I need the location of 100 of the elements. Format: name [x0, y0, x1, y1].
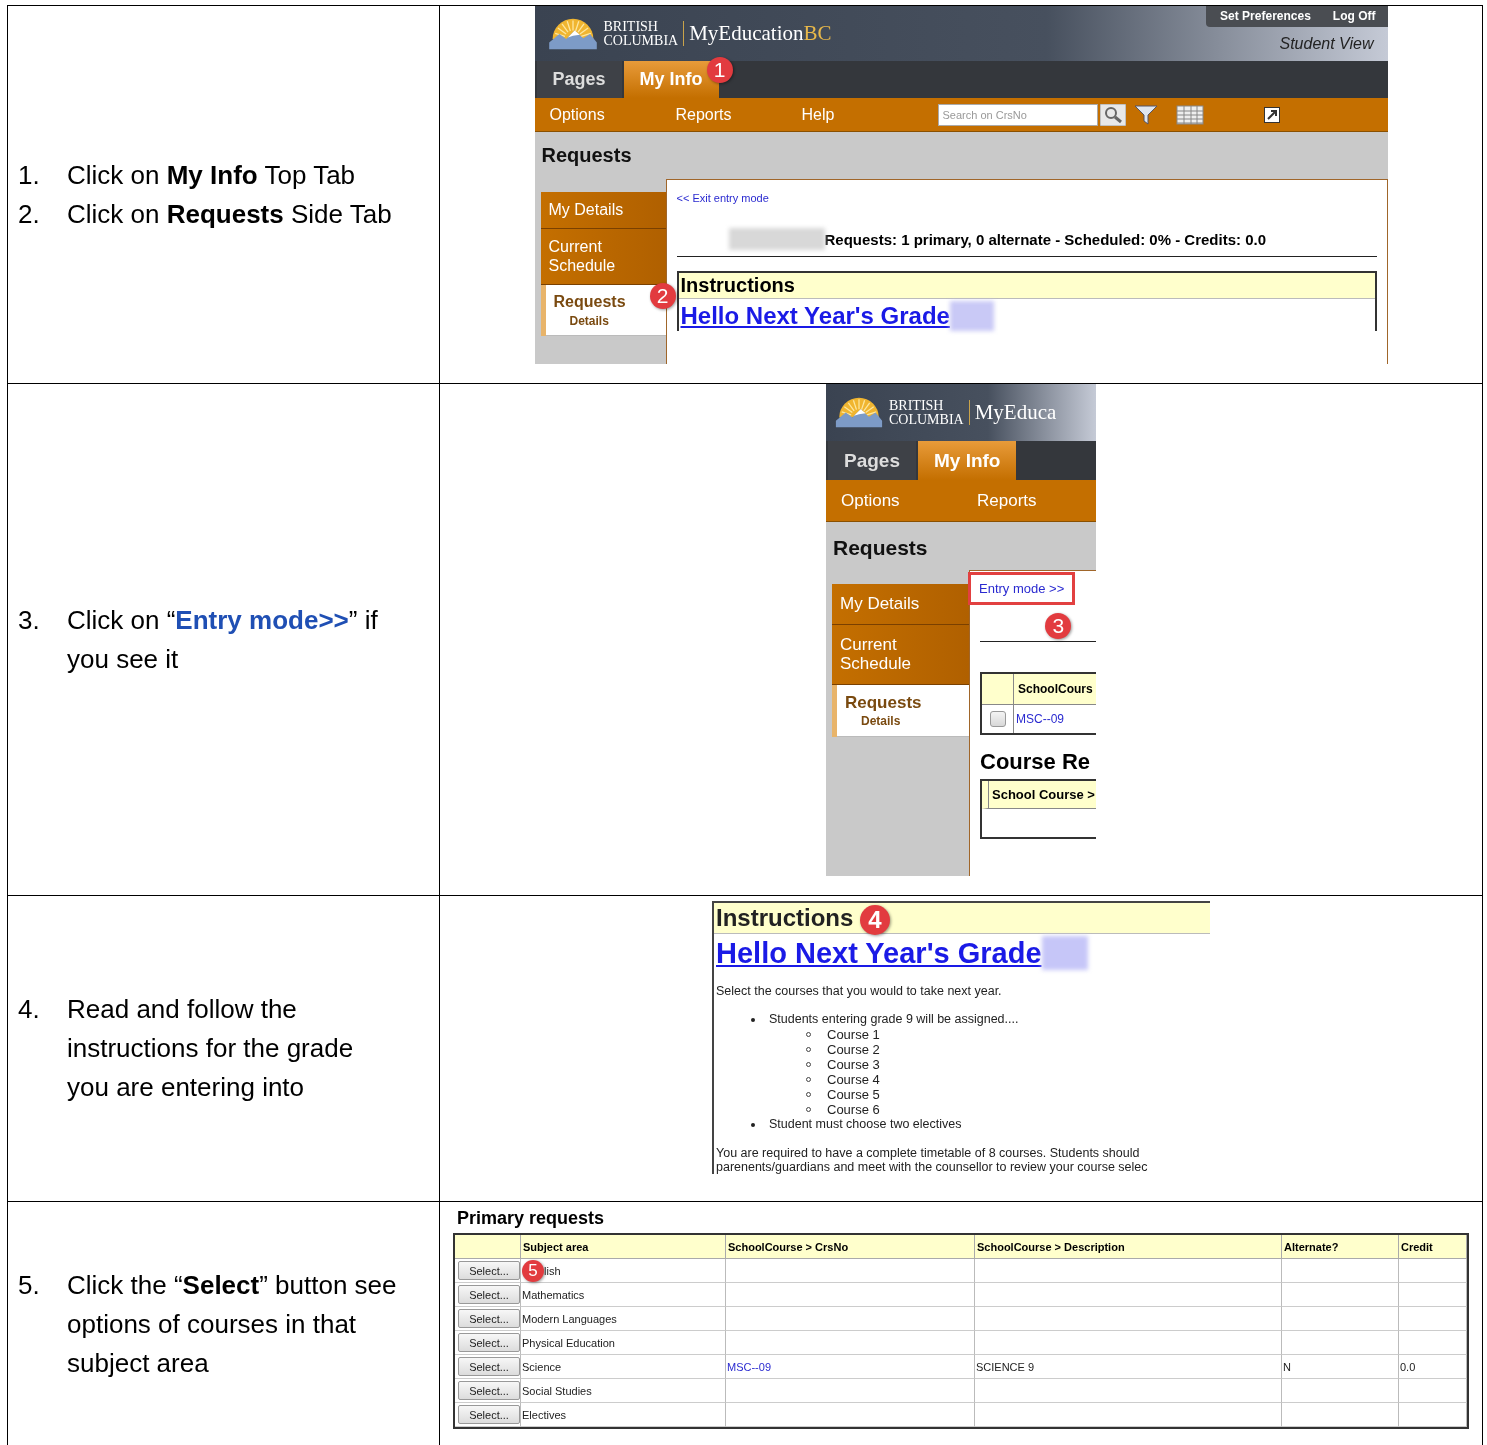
- entry-mode-link[interactable]: Entry mode >>: [968, 572, 1076, 605]
- table-cell: 0.0: [1399, 1355, 1467, 1379]
- menu-item[interactable]: Reports: [675, 105, 802, 124]
- table-header-cell: School Course >: [982, 781, 1096, 809]
- menu-item[interactable]: Options: [841, 490, 977, 511]
- view-label: Student View: [1279, 34, 1376, 53]
- sun-mountain-logo: [546, 16, 599, 51]
- table-cell: Electives: [521, 1403, 726, 1427]
- brand-name: MyEduca: [968, 400, 1057, 425]
- step-text: Click on My Info Top Tab: [67, 158, 357, 192]
- select-button[interactable]: Select...: [458, 1285, 520, 1304]
- body-text: parenents/guardians and meet with the counsellor to review your course selec: [715, 1160, 1149, 1174]
- top-tab[interactable]: Pages: [536, 61, 622, 98]
- top-tab[interactable]: Pages: [828, 441, 916, 480]
- sun-mountain-logo: [834, 396, 884, 429]
- section-title: Course Re: [980, 749, 1092, 775]
- select-button[interactable]: Select...: [458, 1333, 520, 1352]
- side-tab-sublabel: Details: [568, 314, 610, 329]
- table-cell: [1399, 1283, 1467, 1307]
- heading-link[interactable]: Hello Next Year's Grade: [716, 936, 1042, 970]
- row-checkbox[interactable]: [990, 711, 1006, 727]
- callout-number: 5: [522, 1259, 544, 1282]
- table-header-cell: [455, 1235, 521, 1259]
- side-tab[interactable]: Current Schedule: [832, 624, 969, 685]
- popout-icon[interactable]: [1263, 106, 1280, 123]
- menu-item[interactable]: Options: [549, 105, 676, 124]
- step-number: 1.: [18, 158, 41, 192]
- list-item-text: Course 5: [827, 1087, 880, 1102]
- list-item-text: Course 2: [827, 1042, 880, 1057]
- province-name: BRITISH COLUMBIA: [603, 20, 679, 47]
- step-number: 3.: [18, 603, 41, 637]
- list-item-text: Course 6: [827, 1102, 880, 1117]
- summary-text: Requests: 1 primary, 0 alternate - Scheduled: 0% - Credits: 0.0: [824, 230, 1267, 248]
- bullet-icon: [751, 1122, 755, 1127]
- instructions-title: Instructions: [680, 274, 795, 297]
- side-tab-sublabel: Details: [860, 715, 902, 729]
- side-tab-label: My Details: [548, 201, 624, 220]
- list-item-text: Course 4: [827, 1072, 880, 1087]
- table-cell: [1399, 1259, 1467, 1283]
- list-item-text: Student must choose two electives: [769, 1117, 962, 1132]
- table-cell: [1399, 1403, 1467, 1427]
- instructions-title: Instructions: [716, 904, 854, 932]
- side-tab[interactable]: Current Schedule: [540, 229, 666, 286]
- side-tab-label: Current Schedule: [548, 238, 617, 276]
- header-link[interactable]: Set Preferences: [1220, 9, 1311, 23]
- course-link[interactable]: MSC--09: [1016, 712, 1064, 726]
- header-link[interactable]: Log Off: [1332, 9, 1376, 23]
- step-number: 2.: [18, 197, 41, 231]
- intro-text: Select the courses that you would to take next year.: [715, 983, 1003, 1000]
- select-button[interactable]: Select...: [458, 1357, 520, 1376]
- blurred-block: [949, 301, 994, 331]
- select-button[interactable]: Select...: [458, 1381, 520, 1400]
- side-tab[interactable]: Requests Details: [832, 684, 969, 737]
- table-cell: [1399, 1307, 1467, 1331]
- brand-name: MyEducationBC: [683, 21, 832, 46]
- list-item-text: Course 3: [827, 1057, 880, 1072]
- bullet-icon: [751, 1017, 755, 1022]
- select-button[interactable]: Select...: [458, 1261, 520, 1280]
- menu-item[interactable]: Reports: [977, 490, 1096, 511]
- side-tab-label: My Details: [840, 594, 920, 614]
- table-header-cell: Credit: [1399, 1235, 1467, 1259]
- table-header-cell: Alternate?: [1282, 1235, 1399, 1259]
- select-button[interactable]: Select...: [458, 1309, 520, 1328]
- step-text: Click on Requests Side Tab: [67, 197, 393, 231]
- table-cell: Modern Languages: [521, 1307, 726, 1331]
- table-title: Primary requests: [456, 1208, 606, 1229]
- side-tab[interactable]: My Details: [832, 584, 969, 625]
- side-tab-label: Current Schedule: [840, 634, 912, 674]
- callout-number: 3: [1045, 613, 1072, 639]
- entry-mode-link[interactable]: << Exit entry mode: [676, 192, 769, 204]
- select-button[interactable]: Select...: [458, 1405, 520, 1424]
- step-number: 4.: [18, 993, 41, 1026]
- table-header-cell: SchoolCourse > Description: [975, 1235, 1282, 1259]
- table-cell[interactable]: MSC--09: [726, 1355, 975, 1379]
- body-text: You are required to have a complete timetable of 8 courses. Students should: [715, 1146, 1141, 1160]
- table-cell: Science: [521, 1355, 726, 1379]
- table-header-cell: Subject area: [521, 1235, 726, 1259]
- search-field[interactable]: Search on CrsNo: [937, 103, 1098, 126]
- side-tab[interactable]: My Details: [540, 192, 666, 230]
- table-header-cell: SchoolCourse > CrsNo: [726, 1235, 975, 1259]
- heading-link[interactable]: Hello Next Year's Grade: [680, 302, 950, 330]
- table-cell: [1399, 1331, 1467, 1355]
- step-text: Click on “Entry mode>>” if you see it: [67, 603, 379, 676]
- step-text: Read and follow the instructions for the grade you are entering into: [67, 993, 355, 1104]
- list-item-text: Course 1: [827, 1027, 880, 1042]
- grid-icon[interactable]: [1175, 104, 1204, 125]
- menu-item[interactable]: Help: [801, 105, 928, 124]
- table-cell: Social Studies: [521, 1379, 726, 1403]
- table-cell: N: [1282, 1355, 1399, 1379]
- step-number: 5.: [18, 1269, 41, 1302]
- table-header-cell: SchoolCours: [1014, 674, 1096, 705]
- search-icon[interactable]: [1099, 103, 1126, 126]
- table-cell: [1399, 1379, 1467, 1403]
- callout-number: 4: [860, 905, 890, 935]
- province-name: BRITISH COLUMBIA: [889, 399, 964, 426]
- filter-icon[interactable]: [1133, 103, 1158, 126]
- step-text: Click the “Select” button see options of courses in that subject area: [67, 1269, 398, 1380]
- side-tab-label: Requests: [845, 692, 922, 713]
- table-cell: Mathematics: [521, 1283, 726, 1307]
- page-title: Requests: [540, 144, 633, 167]
